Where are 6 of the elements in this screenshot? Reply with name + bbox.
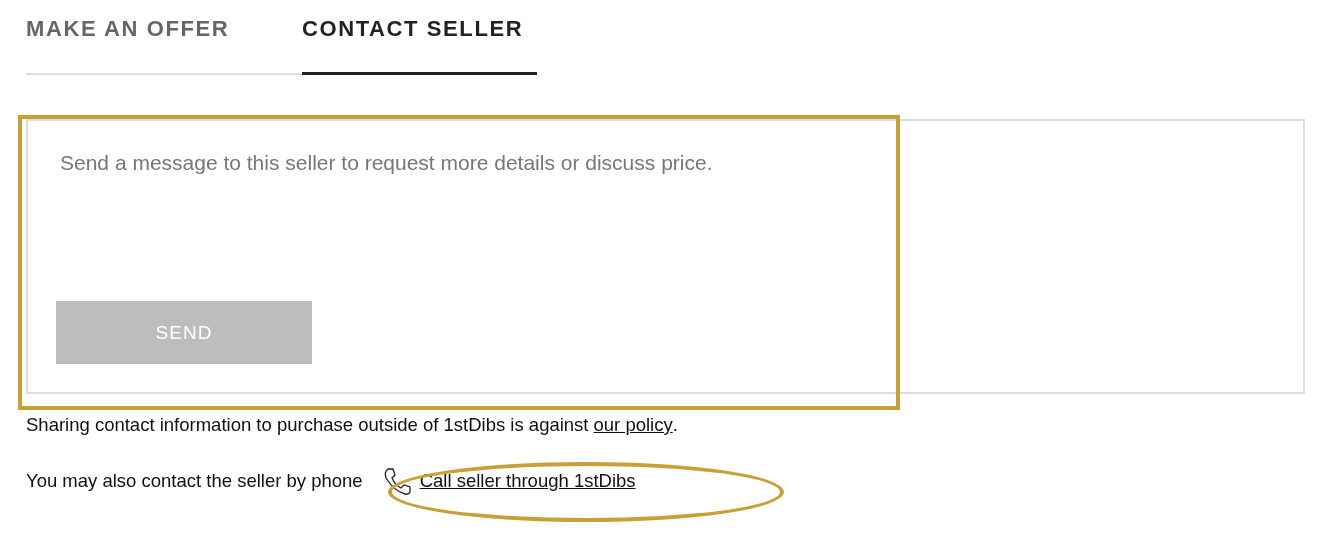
policy-link[interactable]: our policy xyxy=(593,414,673,436)
phone-contact-text: You may also contact the seller by phone xyxy=(26,470,363,492)
tab[interactable]: CONTACT SELLER xyxy=(302,0,537,75)
policy-notice: Sharing contact information to purchase outside of 1stDibs is against xyxy=(26,414,589,436)
tab[interactable]: MAKE AN OFFER xyxy=(26,0,302,75)
punctuation: . xyxy=(672,414,678,436)
